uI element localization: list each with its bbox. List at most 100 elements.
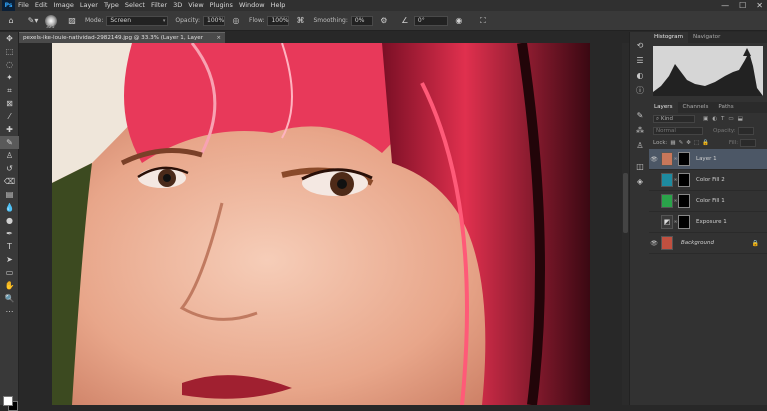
symmetry-icon[interactable]: ⛶ <box>477 15 489 27</box>
options-bar: ⌂ ✎▾ 325 ▨ Mode: Screen ▾ Opacity: 100% ◎… <box>0 11 767 31</box>
layer-mask-thumbnail[interactable] <box>678 173 690 187</box>
layer-mask-thumbnail[interactable] <box>678 215 690 229</box>
layer-name: Color Fill 1 <box>696 198 725 204</box>
scrollbar-thumb[interactable] <box>623 173 628 233</box>
menu-select[interactable]: Select <box>122 0 148 11</box>
lock-move-icon[interactable]: ✥ <box>686 140 691 146</box>
menu-file[interactable]: File <box>15 0 32 11</box>
brush-settings-icon[interactable]: ▨ <box>66 15 78 27</box>
lock-pixels-icon[interactable]: ▦ <box>670 140 675 146</box>
menu-layer[interactable]: Layer <box>77 0 101 11</box>
layer-mask-thumbnail[interactable] <box>678 194 690 208</box>
close-button[interactable]: ✕ <box>756 0 763 11</box>
kind-filter-select[interactable]: ⌕ Kind <box>653 115 695 123</box>
crop-tool-icon[interactable]: ⌗ <box>0 84 19 97</box>
history-icon[interactable]: ⟲ <box>630 38 650 53</box>
brush-settings-icon[interactable]: ✎ <box>630 108 650 123</box>
home-icon[interactable]: ⌂ <box>5 15 17 27</box>
maximize-button[interactable]: ☐ <box>739 0 746 11</box>
warning-triangle-icon <box>743 48 751 56</box>
brushes-icon[interactable]: ⁂ <box>630 123 650 138</box>
lock-artboard-icon[interactable]: ⬚ <box>694 140 699 146</box>
info-icon[interactable]: ⓘ <box>630 83 650 98</box>
type-tool-icon[interactable]: T <box>0 240 19 253</box>
history-brush-tool-icon[interactable]: ↺ <box>0 162 19 175</box>
brush-preset-picker[interactable]: 325 <box>45 14 57 30</box>
smoothing-options-gear-icon[interactable]: ⚙ <box>378 15 390 27</box>
lock-paint-icon[interactable]: ✎ <box>679 140 684 146</box>
properties-icon[interactable]: ☰ <box>630 53 650 68</box>
filter-shape-icon[interactable]: ▭ <box>728 116 733 122</box>
layer-row-layer-1[interactable]: 👁 ∞ Layer 1 <box>649 149 767 170</box>
airbrush-icon[interactable]: ⌘ <box>294 15 306 27</box>
menu-type[interactable]: Type <box>101 0 122 11</box>
filter-pixel-icon[interactable]: ▣ <box>703 116 708 122</box>
menu-filter[interactable]: Filter <box>148 0 170 11</box>
minimize-button[interactable]: — <box>721 0 729 11</box>
angle-icon: ∠ <box>401 16 409 25</box>
gradient-tool-icon[interactable]: ▤ <box>0 188 19 201</box>
brush-tool-icon[interactable]: ✎ <box>0 136 19 149</box>
canvas-area[interactable] <box>19 43 622 405</box>
blur-tool-icon[interactable]: 💧 <box>0 201 19 214</box>
tab-navigator[interactable]: Navigator <box>688 32 725 43</box>
clone-stamp-tool-icon[interactable]: ♙ <box>0 149 19 162</box>
layer-mask-thumbnail[interactable] <box>678 152 690 166</box>
pressure-opacity-icon[interactable]: ◎ <box>230 15 242 27</box>
pen-tool-icon[interactable]: ✒ <box>0 227 19 240</box>
tab-channels[interactable]: Channels <box>678 102 714 113</box>
menu-window[interactable]: Window <box>236 0 268 11</box>
document-tab[interactable]: pexels-ike-louie-natividad-2982149.jpg @… <box>19 32 225 52</box>
layer-fill-field[interactable] <box>740 139 757 147</box>
dodge-tool-icon[interactable]: ● <box>0 214 19 227</box>
menu-image[interactable]: Image <box>50 0 76 11</box>
zoom-tool-icon[interactable]: 🔍 <box>0 292 19 305</box>
quick-select-tool-icon[interactable]: ✦ <box>0 71 19 84</box>
eraser-tool-icon[interactable]: ⌫ <box>0 175 19 188</box>
path-select-tool-icon[interactable]: ➤ <box>0 253 19 266</box>
adjustments-icon[interactable]: ◐ <box>630 68 650 83</box>
brush-tool-icon[interactable]: ✎▾ <box>27 15 39 27</box>
tab-paths[interactable]: Paths <box>713 102 738 113</box>
angle-field[interactable]: 0° <box>413 15 448 26</box>
marquee-tool-icon[interactable]: ⬚ <box>0 45 19 58</box>
mode-select[interactable]: Screen ▾ <box>106 15 169 26</box>
tab-layers[interactable]: Layers <box>649 102 678 113</box>
menu-3d[interactable]: 3D <box>170 0 185 11</box>
tab-histogram[interactable]: Histogram <box>649 32 689 43</box>
tools-panel: ✥ ⬚ ◌ ✦ ⌗ ⊠ ⁄ ✚ ✎ ♙ ↺ ⌫ ▤ 💧 ● ✒ T ➤ ▭ ✋ … <box>0 32 19 411</box>
menu-plugins[interactable]: Plugins <box>207 0 236 11</box>
layer-row-exposure-1[interactable]: ◩ ∞ Exposure 1 <box>649 212 767 233</box>
hand-tool-icon[interactable]: ✋ <box>0 279 19 292</box>
filter-adjustment-icon[interactable]: ◐ <box>712 116 717 122</box>
filter-type-icon[interactable]: T <box>721 116 724 122</box>
clone-source-icon[interactable]: ♙ <box>630 138 650 153</box>
channels-icon[interactable]: ◈ <box>630 174 650 189</box>
visibility-eye-icon[interactable]: 👁 <box>649 156 659 163</box>
shape-tool-icon[interactable]: ▭ <box>0 266 19 279</box>
eyedropper-tool-icon[interactable]: ⁄ <box>0 110 19 123</box>
menu-help[interactable]: Help <box>268 0 289 11</box>
layer-row-background[interactable]: 👁 Background 🔒 <box>649 233 767 254</box>
layer-opacity-field[interactable] <box>737 127 754 135</box>
more-tools-icon[interactable]: ⋯ <box>0 305 19 318</box>
layers-panel-icon[interactable]: ◫ <box>630 159 650 174</box>
pressure-size-icon[interactable]: ◉ <box>453 15 465 27</box>
menu-view[interactable]: View <box>185 0 206 11</box>
lasso-tool-icon[interactable]: ◌ <box>0 58 19 71</box>
layer-row-color-fill-1[interactable]: ∞ Color Fill 1 <box>649 191 767 212</box>
flow-field[interactable]: 100% <box>267 15 290 26</box>
canvas-vertical-scrollbar[interactable] <box>622 43 629 405</box>
move-tool-icon[interactable]: ✥ <box>0 32 19 45</box>
visibility-eye-icon[interactable]: 👁 <box>649 240 659 247</box>
menu-edit[interactable]: Edit <box>32 0 51 11</box>
layer-row-color-fill-2[interactable]: ∞ Color Fill 2 <box>649 170 767 191</box>
frame-tool-icon[interactable]: ⊠ <box>0 97 19 110</box>
blend-mode-select[interactable]: Normal <box>653 127 703 135</box>
opacity-field[interactable]: 100% <box>203 15 226 26</box>
smoothing-field[interactable]: 0% <box>350 15 373 26</box>
healing-brush-tool-icon[interactable]: ✚ <box>0 123 19 136</box>
filter-smart-icon[interactable]: ⬓ <box>738 116 743 122</box>
lock-all-icon[interactable]: 🔒 <box>702 140 709 146</box>
document-canvas-image[interactable] <box>52 43 590 405</box>
